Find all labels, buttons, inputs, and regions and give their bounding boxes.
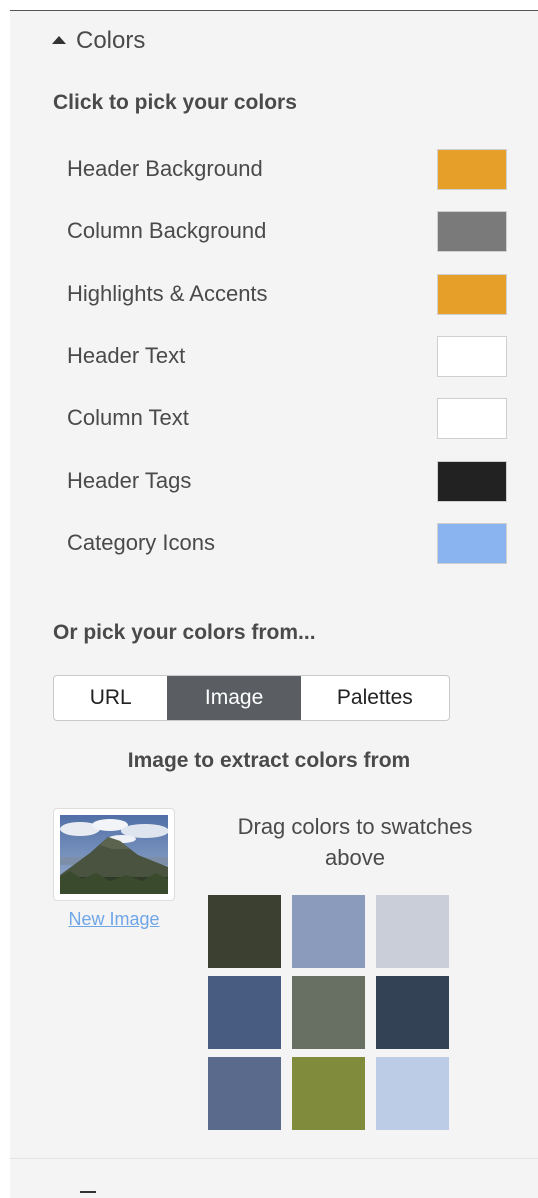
extracted-swatch[interactable] [208, 976, 281, 1049]
settings-panel: Colors Click to pick your colors Header … [10, 10, 538, 1198]
category-icons-swatch[interactable] [437, 522, 507, 564]
extracted-swatch[interactable] [376, 976, 449, 1049]
color-label: Column Text [67, 405, 189, 430]
extract-title: Image to extract colors from [127, 749, 411, 772]
tab-palettes[interactable]: Palettes [301, 676, 449, 720]
section-divider [10, 1158, 538, 1159]
highlights-accents-swatch[interactable] [437, 273, 507, 315]
caret-up-icon [52, 36, 66, 44]
color-label: Column Background [67, 218, 267, 243]
source-tabs: URL Image Palettes [53, 675, 450, 721]
header-text-swatch[interactable] [437, 335, 507, 377]
color-label: Highlights & Accents [67, 281, 268, 306]
color-row-column-text: Column Text [67, 397, 507, 439]
extracted-swatch[interactable] [292, 1057, 365, 1130]
colors-section-toggle[interactable]: Colors [52, 25, 145, 57]
extracted-swatch[interactable] [376, 895, 449, 968]
column-background-swatch[interactable] [437, 210, 507, 252]
header-background-swatch[interactable] [437, 148, 507, 190]
new-image-link[interactable]: New Image [53, 909, 175, 930]
extracted-swatch[interactable] [292, 895, 365, 968]
extracted-swatch[interactable] [376, 1057, 449, 1130]
tab-url[interactable]: URL [54, 676, 167, 720]
colors-section-title: Colors [76, 27, 146, 54]
color-row-category-icons: Category Icons [67, 522, 507, 564]
color-label: Category Icons [67, 530, 215, 555]
color-label: Header Text [67, 343, 186, 368]
color-row-highlights-accents: Highlights & Accents [67, 273, 507, 315]
drag-hint: Drag colors to swatches above [237, 814, 473, 870]
color-row-column-background: Column Background [67, 210, 507, 252]
color-row-header-tags: Header Tags [67, 460, 507, 502]
source-image-thumbnail[interactable] [53, 808, 175, 901]
color-label: Header Tags [67, 468, 192, 493]
extracted-colors-grid [208, 895, 453, 1130]
column-text-swatch[interactable] [437, 397, 507, 439]
color-row-header-background: Header Background [67, 148, 507, 190]
extracted-swatch[interactable] [208, 1057, 281, 1130]
tab-image[interactable]: Image [167, 676, 301, 720]
header-tags-swatch[interactable] [437, 460, 507, 502]
mountain-photo-image [60, 815, 168, 894]
extracted-swatch[interactable] [208, 895, 281, 968]
color-row-header-text: Header Text [67, 335, 507, 377]
source-heading: Or pick your colors from... [53, 621, 316, 644]
extracted-swatch[interactable] [292, 976, 365, 1049]
color-label: Header Background [67, 156, 263, 181]
pick-colors-heading: Click to pick your colors [53, 91, 297, 114]
next-section-caret-icon[interactable] [80, 1191, 96, 1193]
